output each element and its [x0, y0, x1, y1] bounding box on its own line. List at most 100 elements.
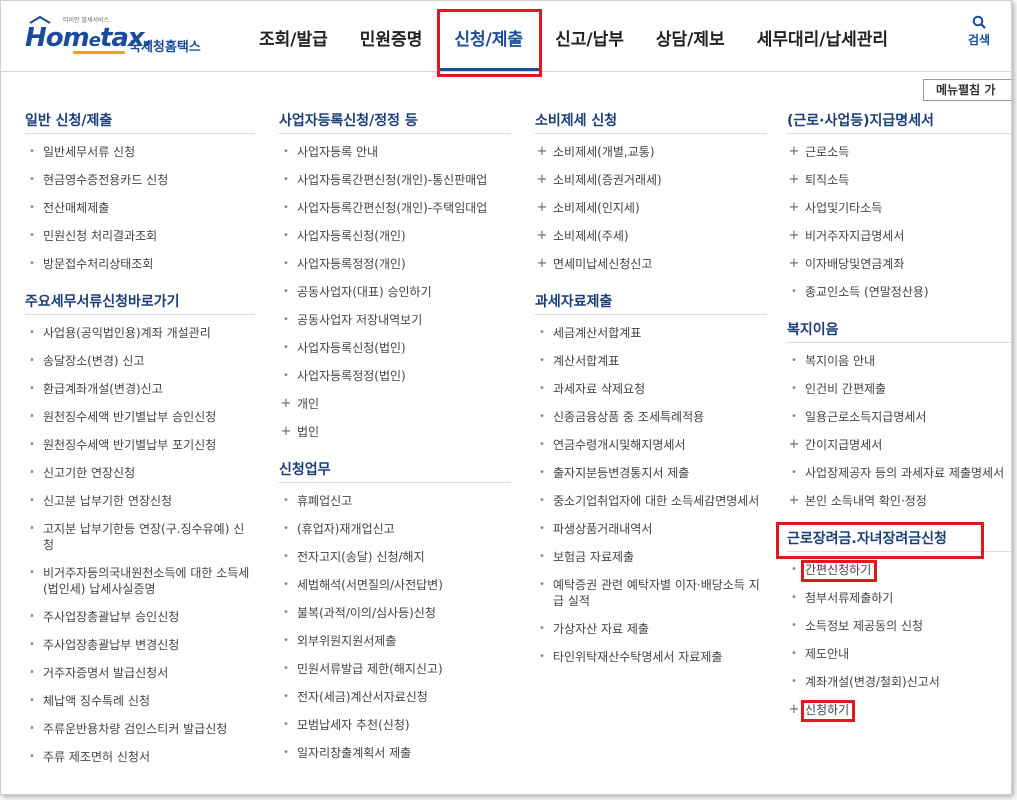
nav-item[interactable]: 조회/발급	[243, 1, 344, 71]
menu-item[interactable]: • 세금계산서합계표	[535, 325, 767, 341]
menu-item[interactable]: • 파생상품거래내역서	[535, 521, 767, 537]
menu-item[interactable]: + 소비제세(개별,교통)	[535, 144, 767, 160]
section-title[interactable]: 소비제세 신청	[535, 109, 767, 134]
menu-item[interactable]: + 개인	[279, 396, 511, 412]
menu-item[interactable]: • 연금수령개시및해지명세서	[535, 437, 767, 453]
menu-item-label: 소비제세(개별,교통)	[553, 145, 655, 159]
menu-item[interactable]: • 사업자등록정정(개인)	[279, 256, 511, 272]
menu-item[interactable]: • 전자(세금)계산서자료신청	[279, 689, 511, 705]
nav-item[interactable]: 상담/제보	[640, 1, 741, 71]
menu-item[interactable]: + 본인 소득내역 확인·정정	[787, 493, 1011, 509]
menu-item[interactable]: • 원천징수세액 반기별납부 포기신청	[25, 437, 255, 453]
menu-item[interactable]: • 일자리창출계획서 제출	[279, 745, 511, 761]
nav-item[interactable]: 신고/납부	[539, 1, 640, 71]
menu-item[interactable]: • 사업자등록간편신청(개인)-통신판매업	[279, 172, 511, 188]
menu-item[interactable]: • 주류 제조면허 신청서	[25, 749, 255, 765]
bullet-icon: •	[29, 495, 35, 506]
menu-item[interactable]: + 비거주자지급명세서	[787, 228, 1011, 244]
section-title[interactable]: 복지이음	[787, 318, 1011, 343]
menu-item[interactable]: • 민원신청 처리결과조회	[25, 228, 255, 244]
section-title[interactable]: 사업자등록신청/정정 등	[279, 109, 511, 134]
menu-item[interactable]: • 전자고지(송달) 신청/해지	[279, 549, 511, 565]
menu-item[interactable]: • 일반세무서류 신청	[25, 144, 255, 160]
menu-item-label: 퇴직소득	[805, 173, 850, 187]
menu-item[interactable]: • 사업자등록간편신청(개인)-주택임대업	[279, 200, 511, 216]
menu-item[interactable]: • 체납액 징수특례 신청	[25, 693, 255, 709]
section-title[interactable]: 주요세무서류신청바로가기	[25, 290, 255, 315]
menu-item[interactable]: • 전산매체제출	[25, 200, 255, 216]
menu-item[interactable]: • 민원서류발급 제한(해지신고)	[279, 661, 511, 677]
menu-item[interactable]: • 신종금융상품 중 조세특례적용	[535, 409, 767, 425]
menu-item[interactable]: • 사업자등록정정(법인)	[279, 368, 511, 384]
menu-item[interactable]: • 사업용(공익법인용)계좌 개설관리	[25, 325, 255, 341]
menu-item[interactable]: • 복지이음 안내	[787, 353, 1011, 369]
nav-item[interactable]: 민원증명	[344, 1, 439, 71]
menu-item[interactable]: • 공동사업자(대표) 승인하기	[279, 284, 511, 300]
menu-item[interactable]: • 세법해석(서면질의/사전답변)	[279, 577, 511, 593]
menu-item[interactable]: • 외부위원지원서제출	[279, 633, 511, 649]
menu-item[interactable]: • 인건비 간편제출	[787, 381, 1011, 397]
nav-item[interactable]: 세무대리/납세관리	[741, 1, 904, 71]
menu-item[interactable]: • 사업자등록신청(개인)	[279, 228, 511, 244]
section-title[interactable]: (근로·사업등)지급명세서	[787, 109, 1011, 134]
menu-item[interactable]: • 사업자등록 안내	[279, 144, 511, 160]
menu-item[interactable]: • 주사업장총괄납부 승인신청	[25, 609, 255, 625]
menu-item[interactable]: • 예탁증권 관련 예탁자별 이자·배당소득 지급 실적	[535, 577, 767, 609]
menu-item[interactable]: • 간편신청하기	[787, 562, 1011, 578]
menu-item[interactable]: • 주류운반용차량 검인스티커 발급신청	[25, 721, 255, 737]
menu-item[interactable]: • 보험금 자료제출	[535, 549, 767, 565]
bullet-icon: •	[283, 202, 289, 213]
menu-item[interactable]: • 방문접수처리상태조회	[25, 256, 255, 272]
menu-item[interactable]: • 비거주자등의국내원천소득에 대한 소득세(법인세) 납세사실증명	[25, 565, 255, 597]
bullet-icon: •	[791, 592, 797, 603]
menu-item[interactable]: + 소비제세(주세)	[535, 228, 767, 244]
menu-item[interactable]: • 계좌개설(변경/철회)신고서	[787, 674, 1011, 690]
menu-item[interactable]: • 신고분 납부기한 연장신청	[25, 493, 255, 509]
menu-item[interactable]: + 간이지급명세서	[787, 437, 1011, 453]
menu-item[interactable]: • 일용근로소득지급명세서	[787, 409, 1011, 425]
menu-item[interactable]: • 주사업장총괄납부 변경신청	[25, 637, 255, 653]
menu-item[interactable]: • 제도안내	[787, 646, 1011, 662]
menu-item[interactable]: • 고지분 납부기한등 연장(구.징수유예) 신청	[25, 521, 255, 553]
menu-item[interactable]: • 사업장제공자 등의 과세자료 제출명세서	[787, 465, 1011, 481]
menu-item[interactable]: • 소득정보 제공동의 신청	[787, 618, 1011, 634]
menu-item[interactable]: + 퇴직소득	[787, 172, 1011, 188]
menu-item[interactable]: • 송달장소(변경) 신고	[25, 353, 255, 369]
menu-item[interactable]: • 현금영수증전용카드 신청	[25, 172, 255, 188]
menu-item[interactable]: + 소비제세(증권거래세)	[535, 172, 767, 188]
search-button[interactable]: 검색	[959, 15, 999, 48]
menu-item[interactable]: + 법인	[279, 424, 511, 440]
menu-item[interactable]: • 원천징수세액 반기별납부 승인신청	[25, 409, 255, 425]
bullet-icon: •	[29, 327, 35, 338]
nav-item[interactable]: 신청/제출	[438, 1, 540, 71]
menu-item[interactable]: • (휴업자)재개업신고	[279, 521, 511, 537]
menu-item[interactable]: • 사업자등록신청(법인)	[279, 340, 511, 356]
section-title[interactable]: 과세자료제출	[535, 290, 767, 315]
section-title[interactable]: 일반 신청/제출	[25, 109, 255, 134]
menu-item[interactable]: + 신청하기	[787, 702, 1011, 718]
menu-item[interactable]: • 과세자료 삭제요청	[535, 381, 767, 397]
menu-item[interactable]: • 공동사업자 저장내역보기	[279, 312, 511, 328]
section-title[interactable]: 근로장려금.자녀장려금신청	[787, 527, 1011, 552]
menu-item[interactable]: • 환급계좌개설(변경)신고	[25, 381, 255, 397]
menu-item[interactable]: • 가상자산 자료 제출	[535, 621, 767, 637]
menu-item[interactable]: • 타인위탁재산수탁명세서 자료제출	[535, 649, 767, 665]
menu-item[interactable]: + 사업및기타소득	[787, 200, 1011, 216]
menu-expand-button[interactable]: 메뉴펼침 가	[923, 79, 1011, 101]
menu-item[interactable]: • 모범납세자 추천(신청)	[279, 717, 511, 733]
menu-item[interactable]: • 신고기한 연장신청	[25, 465, 255, 481]
menu-item[interactable]: + 근로소득	[787, 144, 1011, 160]
menu-item[interactable]: • 중소기업취업자에 대한 소득세감면명세서	[535, 493, 767, 509]
menu-item[interactable]: + 면세미납세신청신고	[535, 256, 767, 272]
section-title[interactable]: 신청업무	[279, 458, 511, 483]
menu-item[interactable]: • 첨부서류제출하기	[787, 590, 1011, 606]
menu-item[interactable]: • 종교인소득 (연말정산용)	[787, 284, 1011, 300]
menu-item[interactable]: • 휴폐업신고	[279, 493, 511, 509]
menu-item-label: 신고기한 연장신청	[43, 466, 136, 480]
menu-item[interactable]: • 불복(과적/이의/심사등)신청	[279, 605, 511, 621]
menu-item[interactable]: • 거주자증명서 발급신청서	[25, 665, 255, 681]
menu-item[interactable]: • 계산서합계표	[535, 353, 767, 369]
menu-item[interactable]: • 출자지분등변경통지서 제출	[535, 465, 767, 481]
menu-item[interactable]: + 소비제세(인지세)	[535, 200, 767, 216]
menu-item[interactable]: + 이자배당및연금계좌	[787, 256, 1011, 272]
